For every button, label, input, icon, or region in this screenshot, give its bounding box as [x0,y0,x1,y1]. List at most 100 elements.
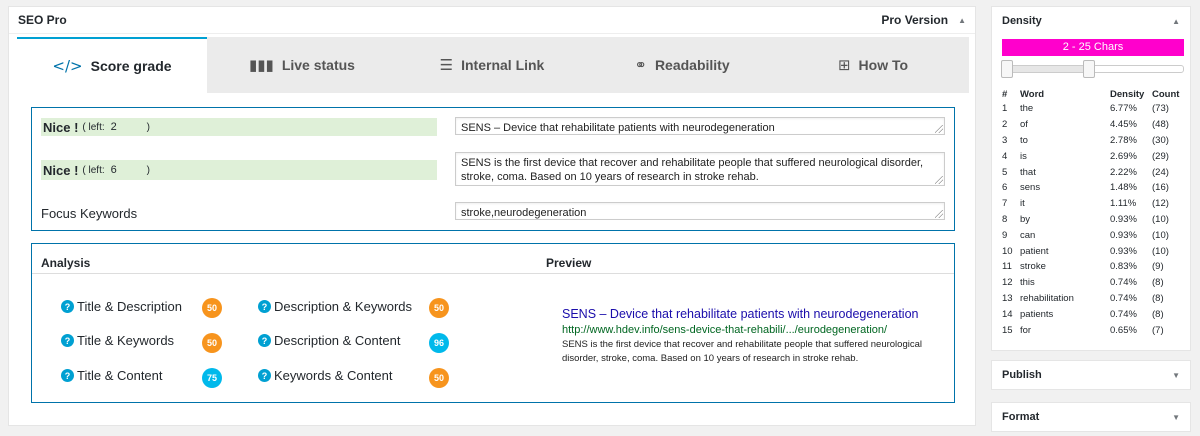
bar-chart-icon: ▮▮▮ [249,56,274,74]
table-row: 8 by 0.93% (10) [1002,212,1184,228]
row-index: 7 [1002,198,1008,210]
score-badge: 96 [429,333,449,353]
tab-live-status[interactable]: ▮▮▮ Live status [207,37,397,93]
left-label: ( left: [82,164,105,176]
row-word: that [1020,166,1036,178]
panel-title: SEO Pro [18,13,67,27]
row-word: rehabilitation [1020,292,1074,304]
char-range-slider[interactable] [1001,60,1184,78]
format-panel[interactable]: Format ▼ [991,402,1191,432]
row-count: (48) [1152,119,1169,131]
nice-label: Nice ! [43,119,79,135]
row-index: 1 [1002,103,1008,115]
row-density: 0.83% [1110,261,1137,273]
row-count: (73) [1152,103,1169,115]
row-density: 0.93% [1110,229,1137,241]
row-word: for [1020,324,1032,336]
row-word: to [1020,134,1028,146]
score-badge: 50 [429,298,449,318]
table-row: 15 for 0.65% (7) [1002,322,1184,338]
focus-keywords-field[interactable]: stroke,neurodegeneration [455,202,945,220]
tab-label: Internal Link [461,57,545,73]
code-icon: </> [52,57,83,75]
row-index: 13 [1002,292,1013,304]
table-row: 10 patient 0.93% (10) [1002,243,1184,259]
help-icon[interactable]: ? [258,369,271,382]
help-icon[interactable]: ? [258,300,271,313]
tab-label: How To [858,57,909,73]
row-word: by [1020,213,1031,225]
density-table: # Word Density Count 1 the 6.77% (73) 2 of 4.4… [1002,88,1184,338]
tab-how-to[interactable]: ⊞ How To [777,37,969,93]
metric-title-description: ? Title & Description [61,299,182,314]
link-icon: ⚭ [634,56,647,74]
row-density: 2.78% [1110,134,1137,146]
title-chars-left: 2 [110,121,117,133]
seo-title-field[interactable]: SENS – Device that rehabilitate patients… [455,117,945,135]
preview-heading: Preview [546,256,592,270]
row-index: 9 [1002,229,1008,241]
expand-down-icon[interactable]: ▼ [1172,413,1180,422]
row-index: 3 [1002,134,1008,146]
row-count: (29) [1152,150,1169,162]
list-icon: ☰ [439,56,454,74]
collapse-up-icon[interactable]: ▲ [958,16,966,25]
row-density: 0.74% [1110,292,1137,304]
row-index: 5 [1002,166,1008,178]
analysis-box: Analysis Preview ? Title & Description 5… [31,243,955,403]
medkit-icon: ⊞ [837,56,851,74]
row-density: 1.48% [1110,182,1137,194]
row-word: patients [1020,308,1054,320]
row-index: 11 [1002,261,1012,273]
slider-min-handle[interactable] [1001,60,1013,78]
tab-internal-link[interactable]: ☰ Internal Link [397,37,587,93]
preview-title-link[interactable]: SENS – Device that rehabilitate patients… [562,307,918,321]
help-icon[interactable]: ? [258,334,271,347]
metric-description-content: ? Description & Content [258,333,400,348]
help-icon[interactable]: ? [61,369,74,382]
char-range-label: 2 - 25 Chars [1002,39,1184,56]
table-header-row: # Word Density Count [1002,89,1180,100]
help-icon[interactable]: ? [61,334,74,347]
row-word: is [1020,150,1027,162]
table-row: 3 to 2.78% (30) [1002,133,1184,149]
title-length-status: Nice ! ( left: 2 ) [41,118,437,136]
preview-description: SENS is the first device that recover an… [562,339,922,364]
metric-keywords-content: ? Keywords & Content [258,368,393,383]
row-count: (12) [1152,198,1169,210]
row-count: (10) [1152,245,1169,257]
row-index: 6 [1002,182,1008,194]
row-count: (16) [1152,182,1169,194]
seo-description-field[interactable]: SENS is the first device that recover an… [455,152,945,186]
table-row: 4 is 2.69% (29) [1002,148,1184,164]
score-badge: 50 [429,368,449,388]
preview-url: http://www.hdev.info/sens-device-that-re… [562,324,888,336]
density-header[interactable]: Density ▲ [992,7,1190,35]
seo-pro-panel: SEO Pro Pro Version ▲ </> Score grade ▮▮… [8,6,976,426]
row-count: (9) [1152,261,1164,273]
table-row: 1 the 6.77% (73) [1002,101,1184,117]
table-row: 11 stroke 0.83% (9) [1002,259,1184,275]
row-count: (24) [1152,166,1169,178]
tab-bar: </> Score grade ▮▮▮ Live status ☰ Intern… [17,37,969,93]
row-word: this [1020,277,1035,289]
row-density: 2.22% [1110,166,1137,178]
row-density: 0.93% [1110,213,1137,225]
row-index: 14 [1002,308,1013,320]
help-icon[interactable]: ? [61,300,74,313]
row-count: (7) [1152,324,1164,336]
expand-down-icon[interactable]: ▼ [1172,371,1180,380]
density-panel: Density ▲ 2 - 25 Chars # Word Density Co… [991,6,1191,351]
row-density: 6.77% [1110,103,1137,115]
tab-score-grade[interactable]: </> Score grade [17,37,207,93]
collapse-up-icon[interactable]: ▲ [1172,17,1180,26]
table-row: 2 of 4.45% (48) [1002,117,1184,133]
slider-max-handle[interactable] [1083,60,1095,78]
row-word: sens [1020,182,1041,194]
tab-readability[interactable]: ⚭ Readability [587,37,777,93]
publish-panel[interactable]: Publish ▼ [991,360,1191,390]
nice-label: Nice ! [43,162,79,178]
score-badge: 50 [202,298,222,318]
row-index: 15 [1002,324,1013,336]
seo-panel-header[interactable]: SEO Pro Pro Version ▲ [9,7,975,34]
